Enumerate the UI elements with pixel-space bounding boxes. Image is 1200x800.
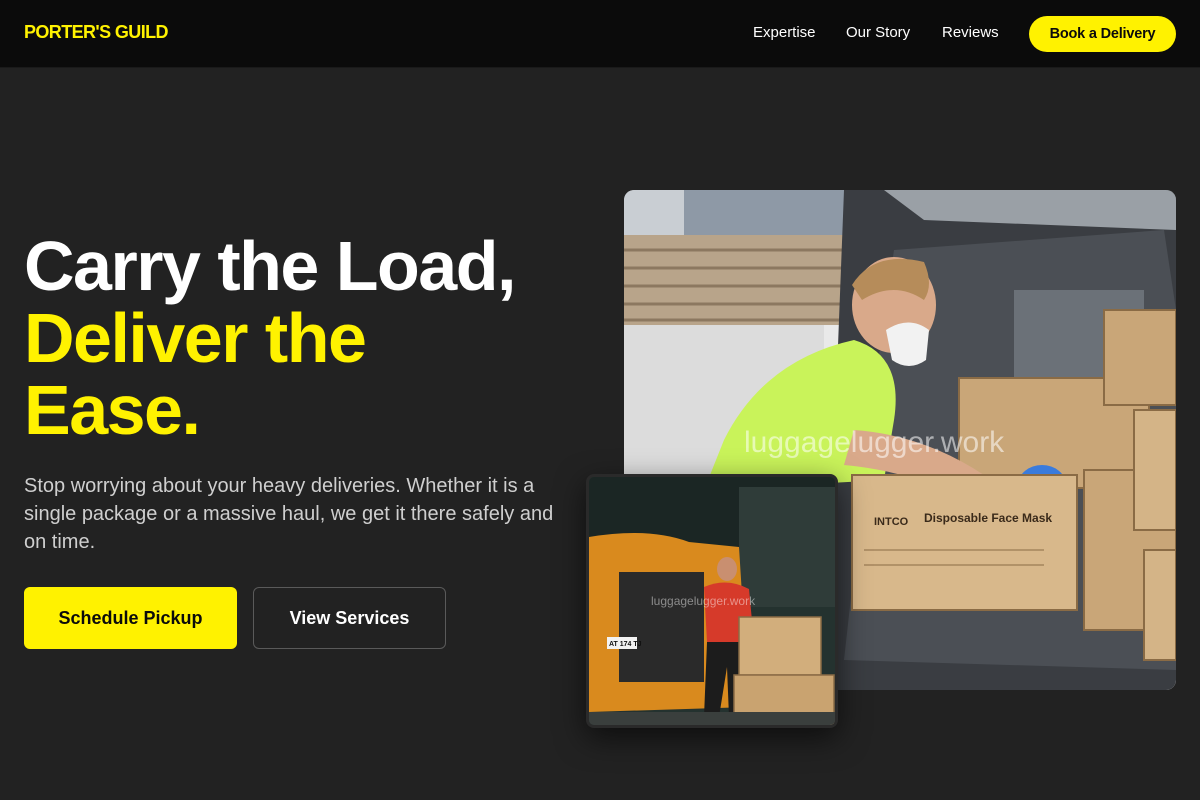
hero-title: Carry the Load, Deliver the Ease.	[24, 230, 604, 446]
hero-title-line3: Ease.	[24, 371, 201, 449]
schedule-pickup-button[interactable]: Schedule Pickup	[24, 587, 237, 649]
van-plate-text: AT 174 TJ	[609, 641, 642, 648]
small-photo-watermark: luggagelugger.work	[651, 594, 756, 608]
hero-secondary-photo: AT 174 TJ luggagelugger.work	[586, 474, 838, 728]
box-brand-text: INTCO	[874, 516, 909, 528]
hero-title-line1: Carry the Load,	[24, 227, 516, 305]
nav-link-expertise[interactable]: Expertise	[753, 24, 816, 41]
nav-link-reviews[interactable]: Reviews	[942, 24, 999, 41]
navbar: PORTER'S GUILD Expertise Our Story Revie…	[0, 0, 1200, 68]
view-services-button[interactable]: View Services	[253, 587, 446, 649]
book-delivery-button[interactable]: Book a Delivery	[1029, 16, 1176, 52]
box-label-text: Disposable Face Mask	[924, 511, 1052, 525]
hero-title-line2: Deliver the	[24, 299, 367, 377]
brand-logo[interactable]: PORTER'S GUILD	[24, 22, 168, 43]
main-photo-watermark: luggagelugger.work	[744, 426, 1005, 459]
hero-description: Stop worrying about your heavy deliverie…	[24, 475, 554, 553]
nav-link-our-story[interactable]: Our Story	[846, 24, 910, 41]
